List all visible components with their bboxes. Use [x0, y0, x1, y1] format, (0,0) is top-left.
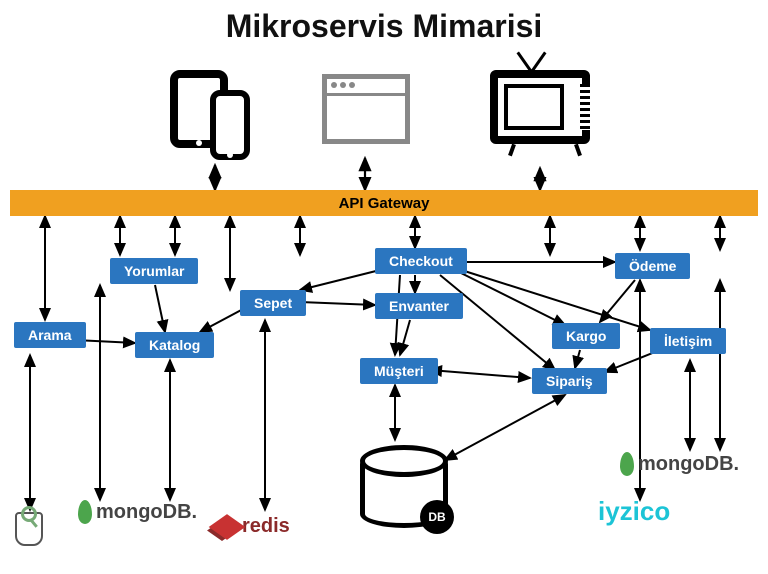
api-gateway-bar: API Gateway — [10, 190, 758, 216]
diagram-title: Mikroservis Mimarisi — [0, 8, 768, 45]
service-musteri: Müşteri — [360, 358, 438, 384]
iyzico-logo: iyzico — [598, 496, 670, 527]
redis-logo: redis — [216, 515, 290, 538]
mongodb-label: mongoDB. — [96, 501, 197, 524]
service-siparis: Sipariş — [532, 368, 607, 394]
iyzico-label: iyzico — [598, 496, 670, 527]
database-icon: DB — [360, 440, 448, 528]
redis-label: redis — [242, 515, 290, 538]
mobile-devices-icon — [170, 70, 270, 170]
database-badge: DB — [420, 500, 454, 534]
service-kargo: Kargo — [552, 323, 620, 349]
search-engine-icon — [15, 512, 43, 546]
mongodb-logo-right: mongoDB. — [620, 452, 739, 476]
api-gateway-label: API Gateway — [339, 195, 430, 212]
service-arama: Arama — [14, 322, 86, 348]
service-iletisim: İletişim — [650, 328, 726, 354]
leaf-icon — [78, 500, 92, 524]
service-envanter: Envanter — [375, 293, 463, 319]
mongodb-logo: mongoDB. — [78, 500, 197, 524]
television-icon — [490, 70, 590, 170]
leaf-icon — [620, 452, 634, 476]
service-katalog: Katalog — [135, 332, 214, 358]
service-sepet: Sepet — [240, 290, 306, 316]
browser-window-icon — [322, 70, 422, 170]
mongodb-label-right: mongoDB. — [638, 453, 739, 476]
service-odeme: Ödeme — [615, 253, 690, 279]
service-yorumlar: Yorumlar — [110, 258, 198, 284]
service-checkout: Checkout — [375, 248, 467, 274]
redis-cube-icon — [209, 514, 246, 540]
